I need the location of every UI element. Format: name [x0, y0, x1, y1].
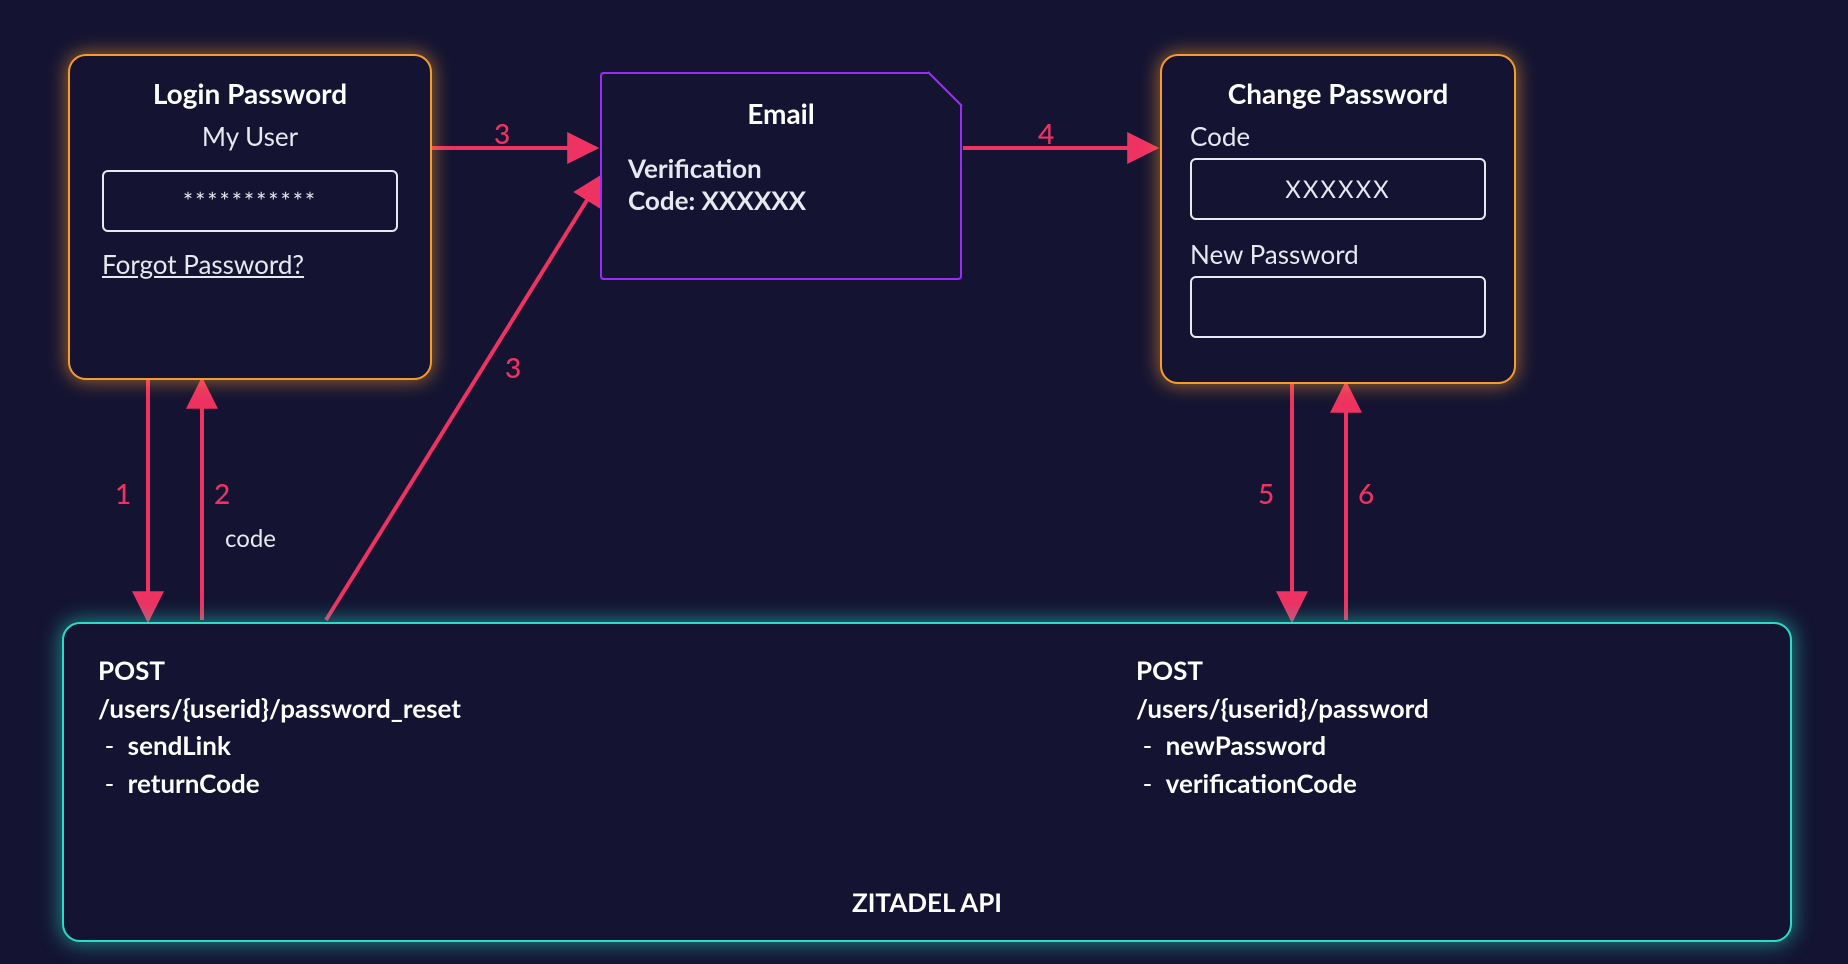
- api-footer-title: ZITADEL API: [64, 886, 1790, 918]
- api-right-param-0: - newPassword: [1136, 729, 1326, 761]
- api-left-method: POST: [98, 654, 165, 686]
- change-title: Change Password: [1190, 76, 1486, 110]
- api-right: POST /users/{userid}/password - newPassw…: [1136, 652, 1616, 803]
- email-title: Email: [628, 96, 934, 130]
- arrow-label-3a: 3: [494, 116, 510, 150]
- email-line2: Code: XXXXXX: [628, 184, 934, 216]
- arrow-label-1: 1: [115, 476, 131, 510]
- api-right-method: POST: [1136, 654, 1203, 686]
- newpw-input[interactable]: [1190, 276, 1486, 338]
- email-line1: Verification: [628, 152, 934, 184]
- arrow-sublabel-code: code: [225, 524, 276, 553]
- password-input[interactable]: ***********: [102, 170, 398, 232]
- forgot-password-link[interactable]: Forgot Password?: [102, 248, 304, 280]
- api-left-param-1: - returnCode: [98, 767, 260, 799]
- email-box: Email Verification Code: XXXXXX: [600, 72, 962, 280]
- api-right-path: /users/{userid}/password: [1136, 692, 1429, 724]
- code-value: XXXXXX: [1285, 175, 1390, 204]
- diagram-canvas: Login Password My User *********** Forgo…: [0, 0, 1848, 964]
- code-input[interactable]: XXXXXX: [1190, 158, 1486, 220]
- login-password-box: Login Password My User *********** Forgo…: [68, 54, 432, 380]
- login-user: My User: [94, 120, 406, 152]
- password-mask-value: ***********: [183, 187, 317, 216]
- arrow-label-4: 4: [1038, 116, 1054, 150]
- api-left-path: /users/{userid}/password_reset: [98, 692, 461, 724]
- arrow-label-2: 2: [214, 476, 230, 510]
- arrow-label-3b: 3: [505, 350, 521, 384]
- arrow-label-5: 5: [1258, 476, 1274, 510]
- newpw-label: New Password: [1190, 238, 1486, 270]
- change-password-box: Change Password Code XXXXXX New Password: [1160, 54, 1516, 384]
- api-left: POST /users/{userid}/password_reset - se…: [98, 652, 618, 803]
- login-title: Login Password: [94, 76, 406, 110]
- code-label: Code: [1190, 120, 1486, 152]
- arrow-label-6: 6: [1358, 476, 1374, 510]
- api-left-param-0: - sendLink: [98, 729, 231, 761]
- api-right-param-1: - verificationCode: [1136, 767, 1357, 799]
- api-box: POST /users/{userid}/password_reset - se…: [62, 622, 1792, 942]
